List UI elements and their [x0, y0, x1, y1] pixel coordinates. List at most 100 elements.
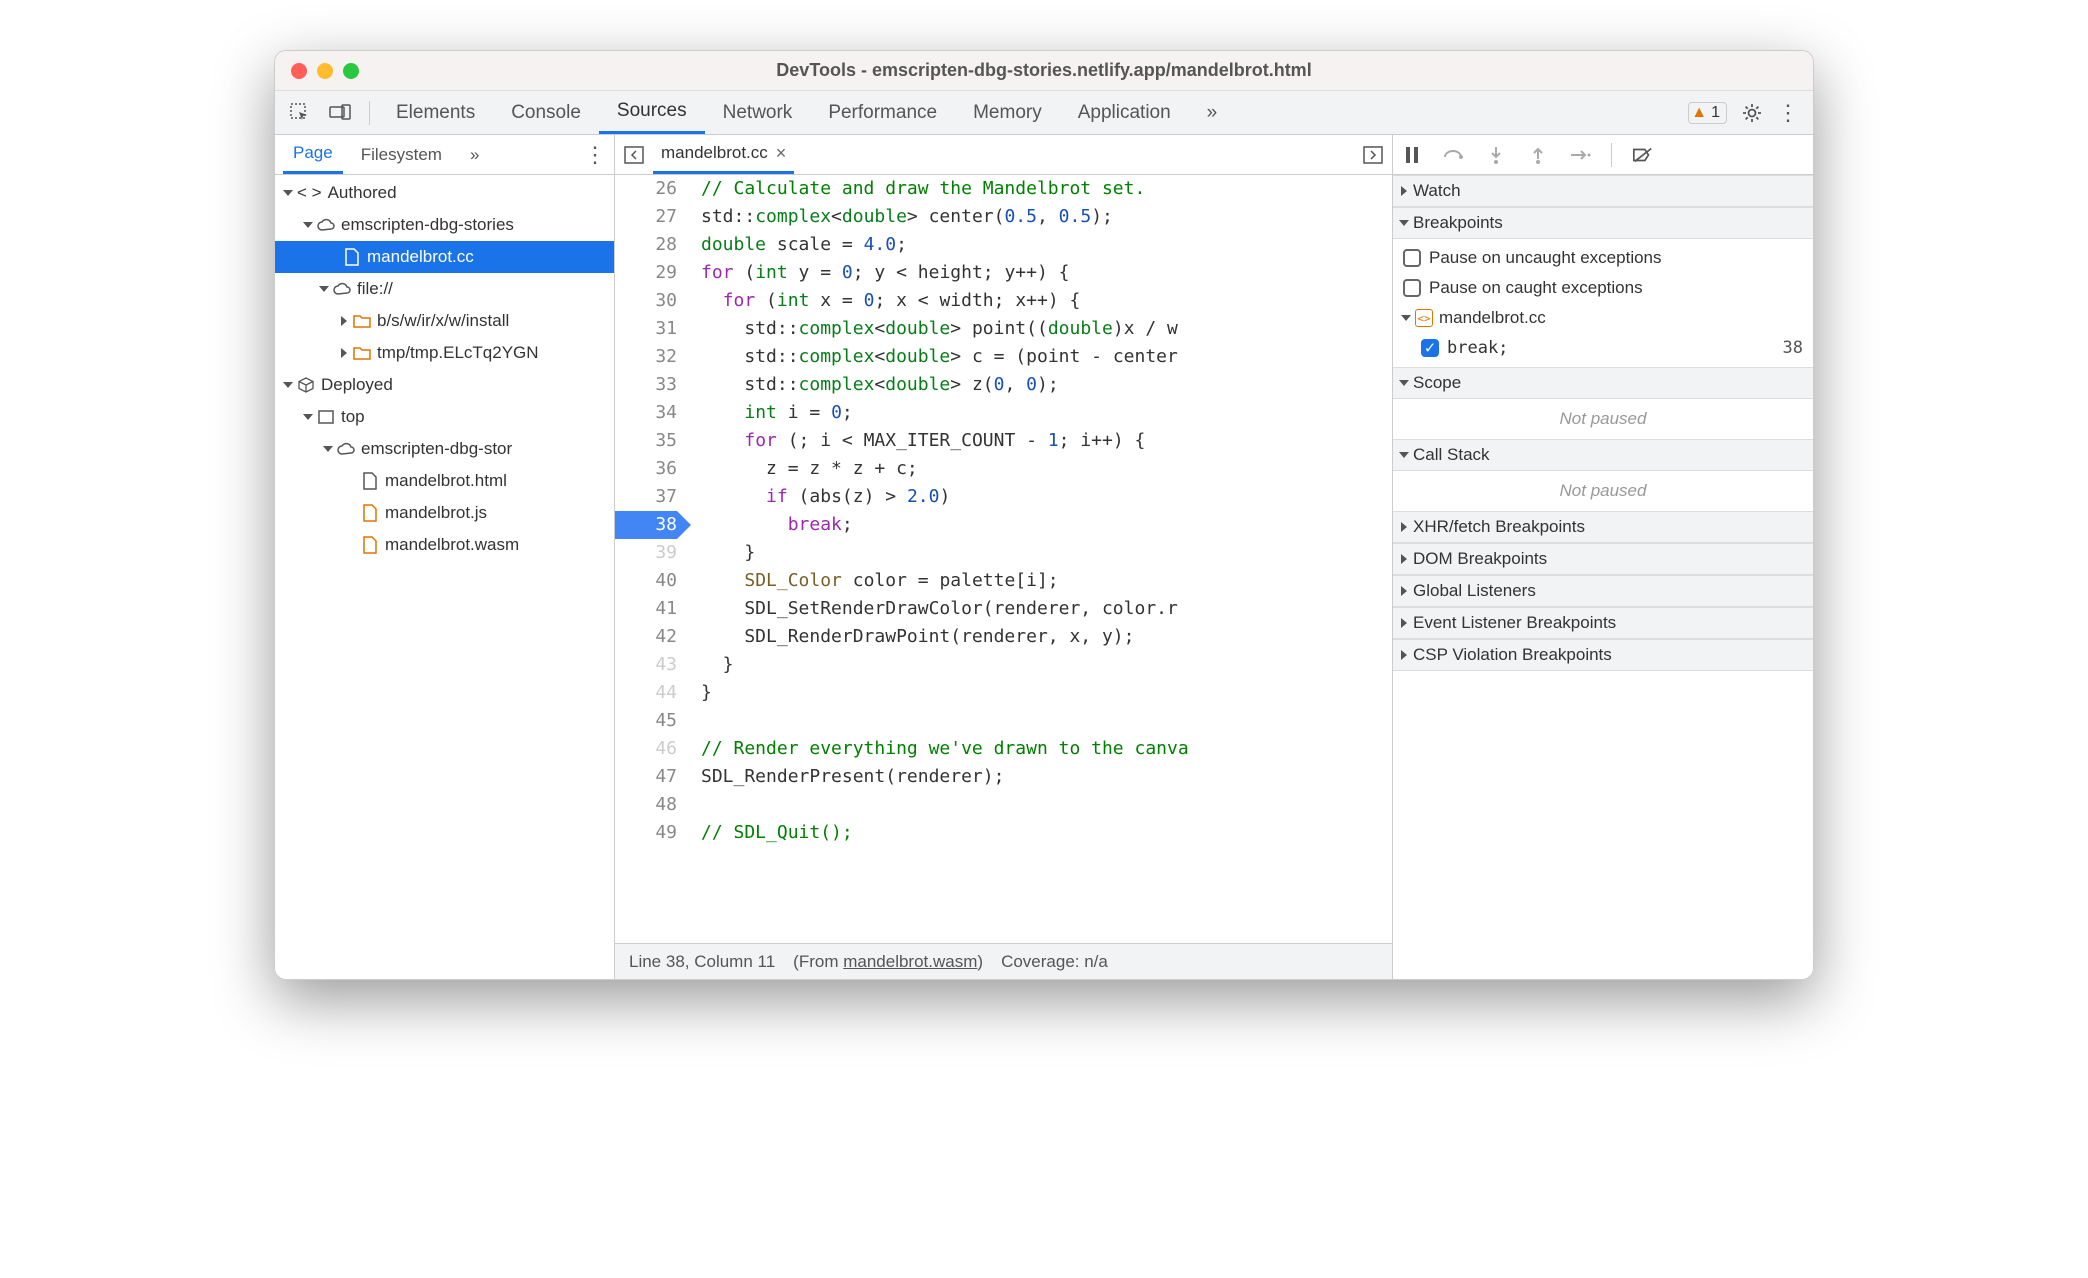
titlebar: DevTools - emscripten-dbg-stories.netlif… — [275, 51, 1813, 91]
pause-uncaught-checkbox[interactable]: Pause on uncaught exceptions — [1403, 243, 1803, 273]
authored-icon: < > — [297, 183, 322, 203]
section-label: Scope — [1413, 373, 1461, 393]
tree-label: mandelbrot.wasm — [385, 535, 519, 555]
tab-elements[interactable]: Elements — [378, 91, 493, 134]
step-over-icon[interactable] — [1443, 144, 1465, 166]
section-label: Call Stack — [1413, 445, 1490, 465]
breakpoint-entry[interactable]: ✓ break; 38 — [1403, 333, 1803, 363]
gutter[interactable]: 2627282930313233343536373839404142434445… — [615, 175, 687, 943]
tree-label: mandelbrot.html — [385, 471, 507, 491]
tree-file-js[interactable]: mandelbrot.js — [275, 497, 614, 529]
inspect-icon[interactable] — [289, 102, 311, 124]
breakpoint-file-label: mandelbrot.cc — [1439, 308, 1546, 328]
toggle-debugger-icon[interactable] — [1362, 144, 1384, 166]
section-dom[interactable]: DOM Breakpoints — [1393, 543, 1813, 575]
tree-label: emscripten-dbg-stor — [361, 439, 512, 459]
section-global[interactable]: Global Listeners — [1393, 575, 1813, 607]
close-window-icon[interactable] — [291, 63, 307, 79]
section-watch[interactable]: Watch — [1393, 175, 1813, 207]
source-origin-link[interactable]: mandelbrot.wasm — [843, 952, 977, 971]
section-evt[interactable]: Event Listener Breakpoints — [1393, 607, 1813, 639]
tab-performance[interactable]: Performance — [810, 91, 955, 134]
tabs-overflow-icon[interactable]: » — [1189, 91, 1236, 134]
section-label: Breakpoints — [1413, 213, 1503, 233]
breakpoint-line: 38 — [1783, 338, 1803, 358]
section-label: Event Listener Breakpoints — [1413, 613, 1616, 633]
warning-badge[interactable]: ▲1 — [1688, 102, 1727, 124]
window-title: DevTools - emscripten-dbg-stories.netlif… — [776, 60, 1311, 81]
debugger-pane: Watch Breakpoints Pause on uncaught exce… — [1393, 135, 1813, 979]
tree-file-mandelbrot-cc[interactable]: mandelbrot.cc — [275, 241, 614, 273]
section-callstack[interactable]: Call Stack — [1393, 439, 1813, 471]
tree-label: file:// — [357, 279, 393, 299]
tree-folder-tmp[interactable]: tmp/tmp.ELcTq2YGN — [275, 337, 614, 369]
tab-network[interactable]: Network — [705, 91, 811, 134]
section-xhr[interactable]: XHR/fetch Breakpoints — [1393, 511, 1813, 543]
editor-pane: mandelbrot.cc× 2627282930313233343536373… — [615, 135, 1393, 979]
sidebar-tab-filesystem[interactable]: Filesystem — [351, 135, 452, 174]
device-toggle-icon[interactable] — [329, 102, 351, 124]
tree-label: Deployed — [321, 375, 393, 395]
tree-deployed[interactable]: Deployed — [275, 369, 614, 401]
source-code[interactable]: // Calculate and draw the Mandelbrot set… — [687, 175, 1392, 943]
checkbox-label: Pause on uncaught exceptions — [1429, 248, 1662, 268]
section-scope[interactable]: Scope — [1393, 367, 1813, 399]
tree-folder-install[interactable]: b/s/w/ir/x/w/install — [275, 305, 614, 337]
tree-top[interactable]: top — [275, 401, 614, 433]
folder-icon — [353, 344, 371, 362]
pause-icon[interactable] — [1401, 144, 1423, 166]
sidebar-tab-page[interactable]: Page — [283, 135, 343, 174]
tree-label: mandelbrot.cc — [367, 247, 474, 267]
cloud-icon — [337, 440, 355, 458]
section-label: XHR/fetch Breakpoints — [1413, 517, 1585, 537]
tree-file-scheme[interactable]: file:// — [275, 273, 614, 305]
main-toolbar: Elements Console Sources Network Perform… — [275, 91, 1813, 135]
breakpoint-file-group[interactable]: <> mandelbrot.cc — [1403, 303, 1803, 333]
cloud-icon — [333, 280, 351, 298]
tree-domain-authored[interactable]: emscripten-dbg-stories — [275, 209, 614, 241]
kebab-menu-icon[interactable]: ⋮ — [1777, 102, 1799, 124]
tab-console[interactable]: Console — [493, 91, 599, 134]
source-file-icon: <> — [1415, 309, 1433, 327]
step-icon[interactable] — [1569, 144, 1591, 166]
deactivate-breakpoints-icon[interactable] — [1632, 144, 1654, 166]
checkbox-label: Pause on caught exceptions — [1429, 278, 1643, 298]
gear-icon[interactable] — [1741, 102, 1763, 124]
tree-authored[interactable]: < > Authored — [275, 177, 614, 209]
section-label: Global Listeners — [1413, 581, 1536, 601]
maximize-window-icon[interactable] — [343, 63, 359, 79]
breakpoint-toggle[interactable]: ✓ — [1421, 339, 1439, 357]
tab-sources[interactable]: Sources — [599, 91, 705, 134]
section-label: CSP Violation Breakpoints — [1413, 645, 1612, 665]
close-tab-icon[interactable]: × — [776, 143, 787, 164]
file-icon — [361, 504, 379, 522]
step-out-icon[interactable] — [1527, 144, 1549, 166]
tree-file-wasm[interactable]: mandelbrot.wasm — [275, 529, 614, 561]
tree-domain-deployed[interactable]: emscripten-dbg-stor — [275, 433, 614, 465]
section-csp[interactable]: CSP Violation Breakpoints — [1393, 639, 1813, 671]
toggle-navigator-icon[interactable] — [623, 144, 645, 166]
scope-not-paused: Not paused — [1393, 399, 1813, 439]
tree-label: top — [341, 407, 365, 427]
warning-count: 1 — [1711, 104, 1720, 122]
sidebar-tabs-overflow-icon[interactable]: » — [460, 135, 489, 174]
editor-tab[interactable]: mandelbrot.cc× — [653, 135, 794, 174]
tab-memory[interactable]: Memory — [955, 91, 1060, 134]
sidebar-menu-icon[interactable]: ⋮ — [584, 142, 606, 168]
step-into-icon[interactable] — [1485, 144, 1507, 166]
editor-statusbar: Line 38, Column 11 (From mandelbrot.wasm… — [615, 943, 1392, 979]
file-icon — [343, 248, 361, 266]
tree-label: b/s/w/ir/x/w/install — [377, 311, 509, 331]
tree-file-html[interactable]: mandelbrot.html — [275, 465, 614, 497]
breakpoint-code: break; — [1447, 338, 1508, 358]
cursor-position: Line 38, Column 11 — [629, 952, 775, 972]
minimize-window-icon[interactable] — [317, 63, 333, 79]
section-breakpoints[interactable]: Breakpoints — [1393, 207, 1813, 239]
tree-label: emscripten-dbg-stories — [341, 215, 514, 235]
pause-caught-checkbox[interactable]: Pause on caught exceptions — [1403, 273, 1803, 303]
tab-application[interactable]: Application — [1060, 91, 1189, 134]
tree-label: Authored — [328, 183, 397, 203]
folder-icon — [353, 312, 371, 330]
section-label: DOM Breakpoints — [1413, 549, 1547, 569]
tree-label: mandelbrot.js — [385, 503, 487, 523]
